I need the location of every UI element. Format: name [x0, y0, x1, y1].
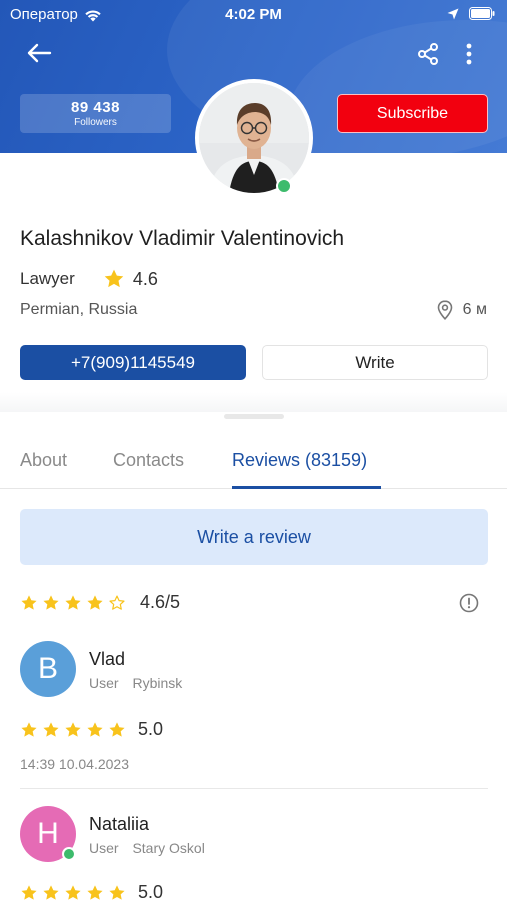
tab-contacts[interactable]: Contacts [113, 450, 184, 471]
share-button[interactable] [414, 40, 442, 68]
review-item: H Nataliia User Stary Oskol 5.0 [20, 806, 488, 900]
followers-badge[interactable]: 89 438 Followers [20, 94, 171, 133]
tab-reviews[interactable]: Reviews (83159) [232, 450, 367, 471]
star-icon [65, 721, 81, 737]
review-rating: 5.0 [20, 719, 163, 740]
rating-summary: 4.6/5 [20, 592, 180, 613]
star-icon [104, 269, 124, 288]
back-arrow-icon [27, 43, 52, 63]
online-indicator [276, 178, 292, 194]
profession-rating-row: Lawyer 4.6 [20, 268, 158, 290]
distance-value: 6 м [462, 301, 487, 318]
online-indicator [62, 847, 76, 861]
more-options-button[interactable] [460, 40, 478, 68]
star-outline-icon [109, 595, 125, 610]
avatar [195, 79, 313, 197]
status-time: 4:02 PM [225, 6, 282, 23]
reviewer-meta: User Rybinsk [89, 675, 182, 691]
info-icon [459, 593, 479, 613]
star-icon [65, 884, 81, 900]
write-review-button[interactable]: Write a review [20, 509, 488, 565]
rating-info-button[interactable] [459, 593, 479, 613]
reviewer-role: User [89, 840, 119, 856]
write-message-button[interactable]: Write [262, 345, 488, 380]
active-tab-indicator [232, 486, 381, 489]
star-icon [43, 594, 59, 610]
reviewer-name[interactable]: Nataliia [89, 814, 149, 835]
star-icon [109, 884, 125, 900]
call-phone-button[interactable]: +7(909)1145549 [20, 345, 246, 380]
review-rating-value: 5.0 [138, 882, 164, 900]
reviewer-name[interactable]: Vlad [89, 649, 125, 670]
review-date: 14:39 10.04.2023 [20, 756, 129, 772]
reviewer-city: Stary Oskol [132, 840, 205, 856]
distance-indicator: 6 м [437, 300, 487, 320]
tab-about[interactable]: About [20, 450, 67, 471]
share-icon [418, 43, 438, 65]
reviewer-role: User [89, 675, 119, 691]
battery-icon [469, 7, 495, 20]
review-divider [20, 788, 488, 789]
section-shadow [0, 392, 507, 412]
star-icon [43, 721, 59, 737]
star-icon [87, 721, 103, 737]
drag-handle[interactable] [224, 414, 284, 419]
review-stars [20, 721, 126, 739]
profile-avatar[interactable] [195, 79, 313, 197]
reviewer-city: Rybinsk [132, 675, 183, 691]
summary-stars [20, 594, 126, 612]
subscribe-button[interactable]: Subscribe [337, 94, 488, 133]
summary-rating-value: 4.6/5 [140, 592, 181, 612]
reviewer-meta: User Stary Oskol [89, 840, 205, 856]
star-icon [21, 884, 37, 900]
profession: Lawyer [20, 269, 75, 288]
profile-rating: 4.6 [132, 268, 158, 289]
star-icon [109, 721, 125, 737]
review-stars [20, 884, 126, 900]
followers-label: Followers [74, 117, 117, 128]
location-arrow-icon [447, 8, 459, 19]
review-rating-value: 5.0 [138, 719, 164, 739]
star-icon [87, 884, 103, 900]
status-bar: Оператор 4:02 PM [0, 0, 507, 30]
reviewer-avatar[interactable]: B [20, 641, 76, 697]
profile-tabs: About Contacts Reviews (83159) [0, 440, 507, 489]
review-rating: 5.0 [20, 882, 163, 900]
followers-count: 89 438 [71, 99, 120, 116]
star-icon [21, 594, 37, 610]
review-item: B Vlad User Rybinsk 5.0 14:39 10.04.2023 [20, 641, 488, 781]
star-icon [87, 594, 103, 610]
status-right [447, 7, 495, 20]
profile-name: Kalashnikov Vladimir Valentinovich [20, 227, 345, 250]
avatar-photo [199, 83, 309, 193]
star-icon [43, 884, 59, 900]
star-icon [21, 721, 37, 737]
profile-location: Permian, Russia [20, 301, 138, 318]
location-pin-icon [437, 300, 452, 320]
more-vertical-icon [466, 43, 472, 65]
back-button[interactable] [22, 38, 56, 68]
star-icon [65, 594, 81, 610]
